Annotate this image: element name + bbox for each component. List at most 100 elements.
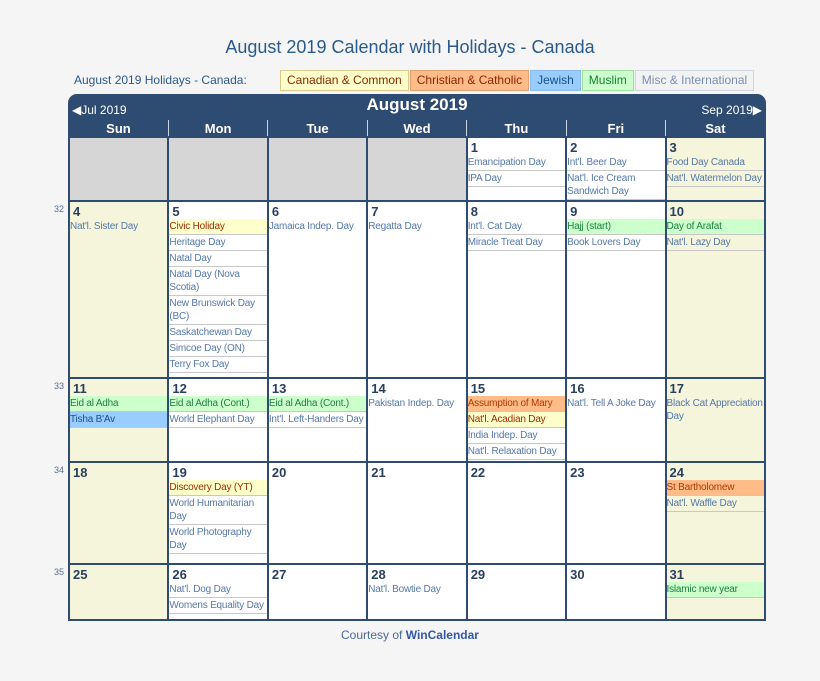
- day-cell[interactable]: 16 Nat'l. Tell A Joke Day: [565, 377, 667, 463]
- holiday-event[interactable]: Eid al Adha: [70, 396, 168, 412]
- holiday-event[interactable]: Pakistan Indep. Day: [368, 396, 465, 411]
- week-row: 18 34 19 Discovery Day (YT) World Humanitari…: [54, 461, 767, 565]
- holiday-event[interactable]: Islamic new year: [666, 582, 764, 598]
- holiday-event[interactable]: Nat'l. Ice Cream Sandwich Day: [567, 171, 665, 200]
- week-row: 11 Eid al Adha Tisha B'Av 33 12 Eid al Adha (…: [54, 377, 767, 463]
- day-number: 14: [371, 381, 386, 396]
- day-cell[interactable]: 21: [366, 461, 468, 565]
- holiday-event[interactable]: Emancipation Day: [467, 155, 566, 171]
- holiday-event[interactable]: Regatta Day: [368, 219, 465, 234]
- day-cell[interactable]: 12 Eid al Adha (Cont.) World Elephant Day: [167, 377, 269, 463]
- day-cell[interactable]: 13 Eid al Adha (Cont.) Int'l. Left-Handers…: [266, 377, 369, 463]
- holiday-event[interactable]: Int'l. Beer Day: [567, 155, 665, 171]
- next-month-label: Sep 2019: [701, 103, 753, 117]
- empty-day-cell: [67, 136, 170, 202]
- day-cell[interactable]: 15 Assumption of Mary Nat'l. Acadian Day In…: [465, 377, 568, 463]
- holiday-event[interactable]: IPA Day: [467, 171, 566, 187]
- day-number: 2: [570, 140, 578, 155]
- day-cell[interactable]: 8 Int'l. Cat Day Miracle Treat Day: [465, 200, 568, 379]
- day-cell[interactable]: 30: [565, 563, 667, 621]
- weekday-thu: Thu: [466, 120, 567, 137]
- holiday-event[interactable]: Nat'l. Waffle Day: [666, 496, 764, 512]
- holiday-event[interactable]: Nat'l. Relaxation Day: [467, 444, 566, 460]
- holiday-event[interactable]: Womens Equality Day: [169, 598, 267, 614]
- empty-day-cell: [266, 136, 369, 202]
- day-cell[interactable]: 4 Nat'l. Sister Day 32: [54, 200, 170, 379]
- day-cell[interactable]: 17 Black Cat Appreciation Day: [664, 377, 767, 463]
- holiday-event[interactable]: Day of Arafat: [666, 219, 764, 235]
- week-number: 32: [54, 204, 65, 214]
- day-cell[interactable]: 3 Food Day Canada Nat'l. Watermelon Day: [664, 136, 767, 202]
- next-month-link[interactable]: Sep 2019▶: [701, 103, 762, 117]
- holiday-event[interactable]: Natal Day (Nova Scotia): [169, 267, 267, 296]
- day-cell[interactable]: 9 Hajj (start) Book Lovers Day: [565, 200, 667, 379]
- day-cell[interactable]: 18 34: [54, 461, 170, 565]
- holiday-event[interactable]: Saskatchewan Day: [169, 325, 267, 341]
- day-cell[interactable]: 19 Discovery Day (YT) World Humanitarian D…: [167, 461, 269, 565]
- holiday-event[interactable]: Eid al Adha (Cont.): [169, 396, 267, 412]
- day-number: 20: [271, 465, 287, 480]
- holiday-event[interactable]: Tisha B'Av: [70, 412, 168, 428]
- day-cell[interactable]: 22: [465, 461, 568, 565]
- holiday-event[interactable]: Nat'l. Tell A Joke Day: [567, 396, 664, 411]
- legend-christian: Christian & Catholic: [409, 70, 530, 91]
- day-cell[interactable]: 1 Emancipation Day IPA Day: [465, 136, 568, 202]
- empty-day-cell: [167, 136, 269, 202]
- holiday-event[interactable]: New Brunswick Day (BC): [169, 296, 267, 325]
- holiday-event[interactable]: World Elephant Day: [169, 412, 267, 428]
- holiday-event[interactable]: Black Cat Appreciation Day: [667, 396, 764, 424]
- day-number: 4: [73, 204, 81, 219]
- day-number: 5: [172, 204, 180, 219]
- holiday-event[interactable]: Eid al Adha (Cont.): [268, 396, 367, 412]
- holiday-event[interactable]: St Bartholomew: [666, 480, 764, 496]
- day-cell[interactable]: 28 Nat'l. Bowtie Day: [366, 563, 468, 621]
- day-cell[interactable]: 23: [565, 461, 667, 565]
- holiday-event[interactable]: Hajj (start): [567, 219, 665, 235]
- day-number: 8: [470, 204, 478, 219]
- day-cell[interactable]: 31 Islamic new year: [664, 563, 767, 621]
- holiday-event[interactable]: World Photography Day: [169, 525, 267, 554]
- holiday-event[interactable]: Int'l. Cat Day: [467, 219, 566, 235]
- holiday-event[interactable]: Food Day Canada: [666, 155, 764, 171]
- holiday-event[interactable]: Civic Holiday: [169, 219, 267, 235]
- day-cell[interactable]: 20: [266, 461, 369, 565]
- day-cell[interactable]: 24 St Bartholomew Nat'l. Waffle Day: [664, 461, 767, 565]
- day-cell[interactable]: 10 Day of Arafat Nat'l. Lazy Day: [664, 200, 767, 379]
- legend: Canadian & Common Christian & Catholic J…: [280, 70, 755, 91]
- legend-canadian: Canadian & Common: [280, 70, 409, 91]
- holiday-event[interactable]: Discovery Day (YT): [169, 480, 267, 496]
- holiday-event[interactable]: Natal Day: [169, 251, 267, 267]
- day-cell[interactable]: 27: [266, 563, 369, 621]
- holiday-event[interactable]: Nat'l. Lazy Day: [666, 235, 764, 251]
- holiday-event[interactable]: Int'l. Left-Handers Day: [268, 412, 367, 428]
- day-number: 18: [73, 465, 88, 480]
- day-cell[interactable]: 7 Regatta Day: [366, 200, 468, 379]
- day-cell[interactable]: 29: [465, 563, 568, 621]
- day-cell[interactable]: 6 Jamaica Indep. Day: [266, 200, 369, 379]
- holiday-event[interactable]: World Humanitarian Day: [169, 496, 267, 525]
- holiday-event[interactable]: Book Lovers Day: [567, 235, 665, 251]
- holiday-event[interactable]: India Indep. Day: [467, 428, 566, 444]
- day-cell[interactable]: 11 Eid al Adha Tisha B'Av 33: [54, 377, 170, 463]
- day-cell[interactable]: 26 Nat'l. Dog Day Womens Equality Day: [167, 563, 269, 621]
- holiday-event[interactable]: Nat'l. Dog Day: [169, 582, 267, 598]
- holiday-event[interactable]: Jamaica Indep. Day: [269, 219, 366, 234]
- holiday-event[interactable]: Nat'l. Bowtie Day: [368, 582, 465, 597]
- month-title: August 2019: [366, 95, 468, 114]
- day-number: 21: [371, 465, 386, 480]
- holiday-event[interactable]: Miracle Treat Day: [467, 235, 566, 251]
- holiday-event[interactable]: Nat'l. Acadian Day: [467, 412, 566, 428]
- holiday-event[interactable]: Assumption of Mary: [467, 396, 566, 412]
- holiday-event[interactable]: Nat'l. Sister Day: [70, 219, 167, 234]
- week-number: 34: [54, 465, 65, 475]
- day-number: 7: [371, 204, 379, 219]
- holiday-event[interactable]: Terry Fox Day: [169, 357, 267, 373]
- day-cell[interactable]: 14 Pakistan Indep. Day: [366, 377, 468, 463]
- day-cell[interactable]: 25 35: [54, 563, 170, 621]
- day-cell[interactable]: 2 Int'l. Beer Day Nat'l. Ice Cream Sandwic…: [565, 136, 667, 202]
- holiday-event[interactable]: Nat'l. Watermelon Day: [666, 171, 764, 187]
- wincalendar-link[interactable]: WinCalendar: [406, 628, 479, 642]
- day-cell[interactable]: 5 Civic Holiday Heritage Day Natal Day Natal…: [167, 200, 269, 379]
- holiday-event[interactable]: Simcoe Day (ON): [169, 341, 267, 357]
- holiday-event[interactable]: Heritage Day: [169, 235, 267, 251]
